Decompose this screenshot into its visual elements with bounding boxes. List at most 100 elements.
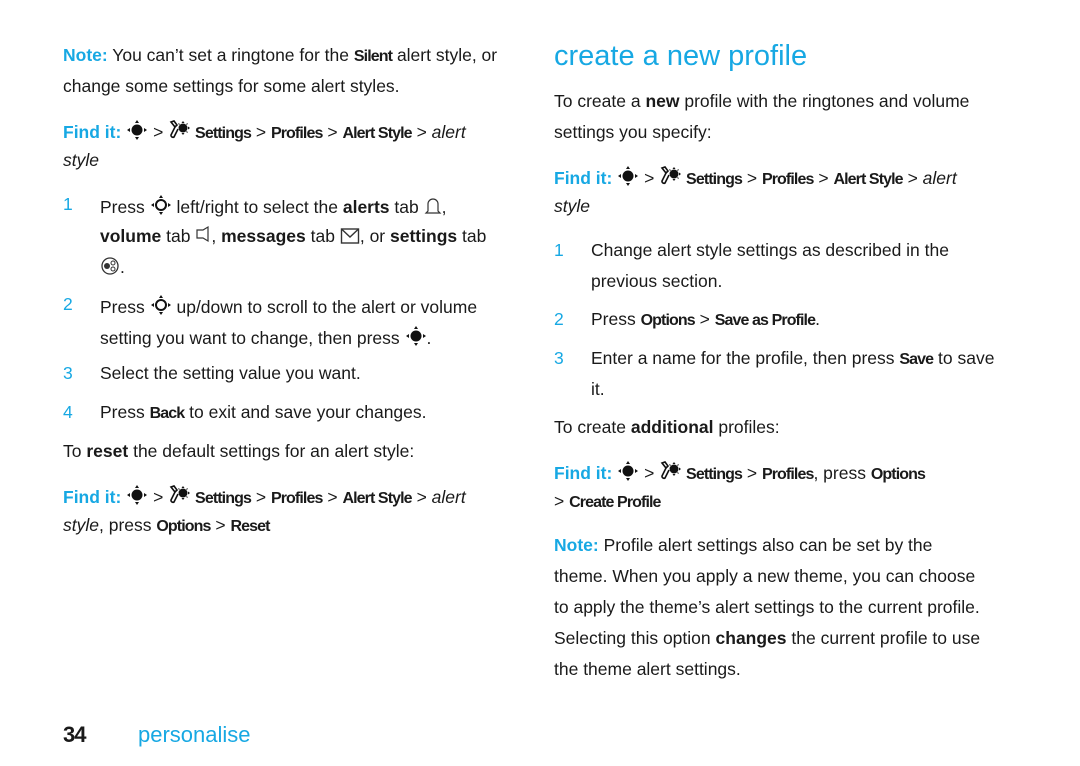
- reset-intro: To reset the default settings for an ale…: [63, 441, 414, 461]
- nav-key-icon: [617, 460, 639, 482]
- text: profiles:: [718, 417, 780, 437]
- menu-alert-style: Alert Style: [833, 171, 903, 188]
- separator: >: [416, 487, 427, 507]
- note-text: the current profile to use: [791, 628, 981, 648]
- note-line-1: Note: Profile alert settings also can be…: [554, 535, 932, 555]
- menu-create-profile: Create Profile: [569, 494, 661, 511]
- note-text: Selecting this option: [554, 628, 711, 648]
- step-number: 1: [63, 194, 73, 214]
- path-alert: alert: [431, 122, 466, 142]
- menu-options: Options: [640, 312, 696, 329]
- separator: >: [554, 491, 565, 511]
- step-4-line: Press Back to exit and save your changes…: [100, 402, 427, 424]
- step-text: setting you want to change, then press: [100, 328, 400, 348]
- step-text: left/right to select the: [176, 197, 338, 217]
- additional-intro: To create additional profiles:: [554, 417, 780, 437]
- text: To: [63, 441, 82, 461]
- menu-alert-style: Alert Style: [342, 490, 412, 507]
- settings-icon: [168, 119, 190, 141]
- menu-settings: Settings: [686, 171, 743, 188]
- separator: >: [255, 487, 267, 507]
- text: , press: [98, 515, 152, 535]
- step-text: tab: [394, 197, 419, 217]
- nav-key-icon: [617, 165, 639, 187]
- step-text: previous section.: [591, 271, 723, 291]
- separator: >: [818, 168, 829, 188]
- step-text: Press: [591, 309, 636, 329]
- find-it-label: Find it:: [554, 168, 613, 188]
- note-label: Note:: [554, 535, 599, 555]
- separator: >: [215, 515, 226, 535]
- note-line-2: theme. When you apply a new theme, you c…: [554, 566, 976, 586]
- step-text: tab: [462, 226, 487, 246]
- note-line-2: change some settings for some alert styl…: [63, 76, 400, 96]
- separator: >: [746, 463, 758, 483]
- separator: >: [907, 168, 918, 188]
- step-text: Select the setting value you want.: [100, 363, 361, 383]
- step-number: 2: [554, 309, 564, 329]
- step-text: Press: [100, 297, 145, 317]
- settings-icon: [659, 165, 681, 187]
- menu-alert-style: Alert Style: [342, 125, 412, 142]
- section-name: personalise: [138, 722, 251, 747]
- menu-profiles: Profiles: [270, 490, 323, 507]
- punctuation: .: [426, 328, 432, 348]
- find-it-path: Find it: > Settings > Profiles > Alert S…: [63, 119, 466, 144]
- step-2-line-2: setting you want to change, then press .: [100, 325, 431, 348]
- separator: >: [416, 122, 427, 142]
- path-alert: alert: [431, 487, 466, 507]
- step-text: Press: [100, 197, 145, 217]
- settings-icon: [659, 460, 681, 482]
- intro-line-1: To create a new profile with the rington…: [554, 91, 969, 111]
- nav-key-icon: [405, 325, 427, 347]
- punctuation: .: [815, 309, 820, 329]
- find-it-path-cont: style: [63, 150, 99, 170]
- menu-settings: Settings: [195, 125, 252, 142]
- keyword-messages: messages: [221, 226, 306, 246]
- path-style: style: [63, 515, 99, 535]
- punctuation: ,: [441, 197, 447, 217]
- text: the default settings for an alert style:: [133, 441, 415, 461]
- keyword-silent: Silent: [353, 48, 393, 65]
- step-number: 1: [554, 240, 564, 260]
- step-3-line-1: Enter a name for the profile, then press…: [591, 348, 994, 370]
- text: , press: [813, 463, 866, 483]
- intro-line-2: settings you specify:: [554, 122, 712, 142]
- step-text: tab: [166, 226, 191, 246]
- step-number: 3: [63, 363, 73, 383]
- find-it-path: Find it: > Settings > Profiles > Alert S…: [554, 165, 957, 190]
- text: profile with the ringtones and volume: [684, 91, 970, 111]
- note-line-3: to apply the theme’s alert settings to t…: [554, 597, 980, 617]
- path-style: style: [554, 196, 590, 216]
- menu-profiles: Profiles: [761, 466, 814, 483]
- note-label: Note:: [63, 45, 108, 65]
- step-text: Enter a name for the profile, then press: [591, 348, 895, 368]
- punctuation: .: [120, 257, 125, 277]
- path-alert: alert: [922, 168, 957, 188]
- keyword-alerts: alerts: [342, 197, 390, 217]
- step-text: to exit and save your changes.: [189, 402, 427, 422]
- section-heading: create a new profile: [554, 40, 808, 72]
- find-it-create-path-cont: > Create Profile: [554, 491, 661, 513]
- keyword-reset: reset: [86, 441, 129, 461]
- step-1-line-1: Press left/right to select the alerts ta…: [100, 194, 447, 217]
- envelope-icon: [340, 228, 360, 244]
- separator: >: [255, 122, 267, 142]
- note-line-4: Selecting this option changes the curren…: [554, 628, 980, 648]
- note-line-1: Note: You can’t set a ringtone for the S…: [63, 45, 497, 67]
- step-number: 2: [63, 294, 73, 314]
- separator: >: [644, 463, 655, 483]
- step-2-line: Press Options > Save as Profile.: [591, 309, 820, 331]
- step-text: up/down to scroll to the alert or volume: [176, 297, 478, 317]
- menu-save-as-profile: Save as Profile: [714, 312, 816, 329]
- step-text: it.: [591, 379, 605, 399]
- menu-reset: Reset: [230, 518, 271, 535]
- keyword-settings: settings: [390, 226, 458, 246]
- separator: >: [699, 309, 710, 329]
- find-it-reset-path-cont: style, press Options > Reset: [63, 515, 271, 537]
- find-it-path-cont: style: [554, 196, 590, 216]
- settings-icon: [168, 484, 190, 506]
- separator: >: [153, 122, 164, 142]
- note-text: Profile alert settings also can be set b…: [603, 535, 933, 555]
- nav-key-icon: [126, 119, 148, 141]
